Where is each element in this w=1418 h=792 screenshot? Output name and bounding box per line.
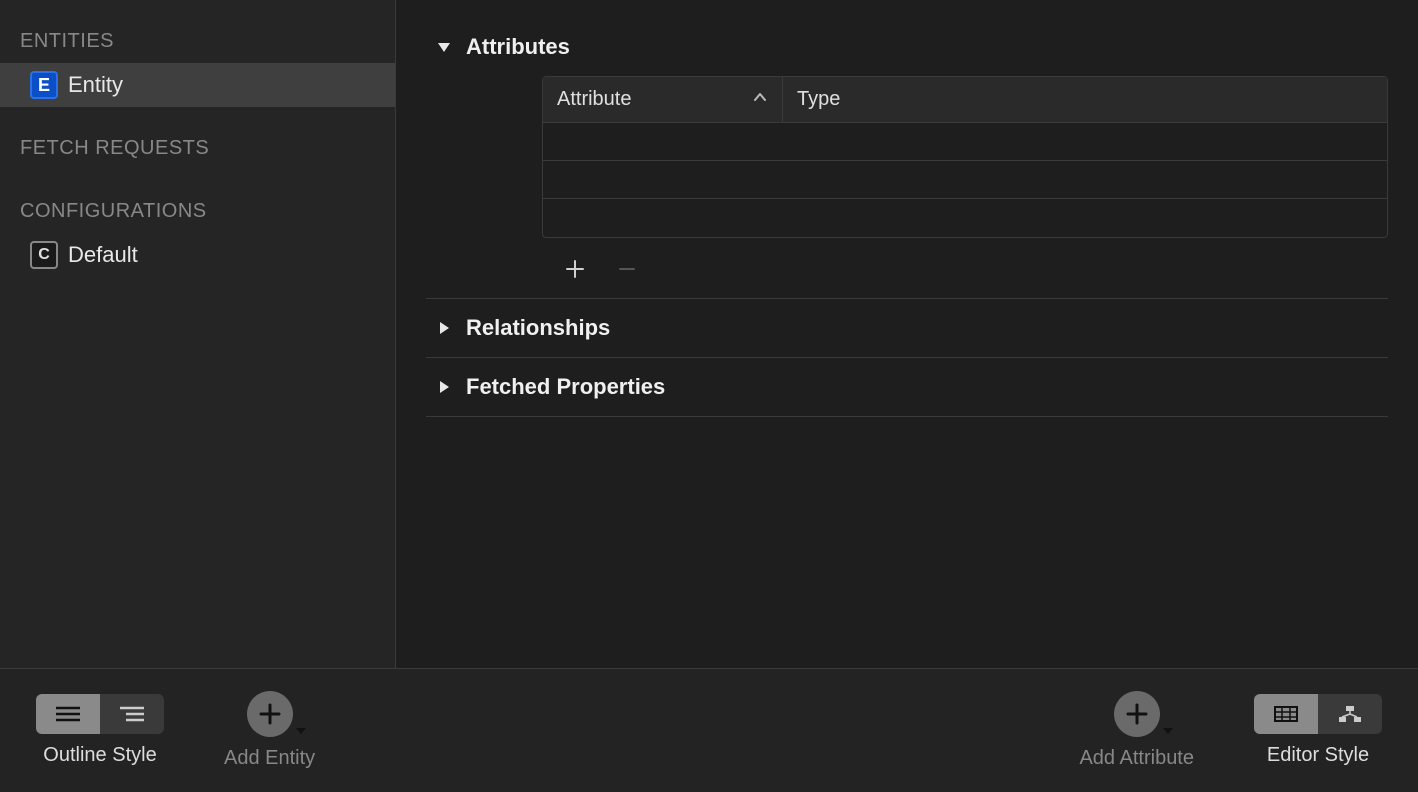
column-header-label: Attribute — [557, 88, 631, 111]
column-header-type[interactable]: Type — [783, 77, 1387, 122]
entity-badge-icon: E — [30, 71, 58, 99]
column-header-attribute[interactable]: Attribute — [543, 77, 783, 122]
sidebar-item-label: Entity — [68, 72, 123, 98]
outline-style-flat-button[interactable] — [36, 694, 100, 734]
editor-style-graph-button[interactable] — [1318, 694, 1382, 734]
editor-style-group: Editor Style — [1254, 694, 1382, 767]
toolbar-label: Add Entity — [224, 747, 315, 770]
add-attribute-group: Add Attribute — [1079, 691, 1194, 770]
toolbar-label: Editor Style — [1267, 744, 1369, 767]
section-header-fetched-properties[interactable]: Fetched Properties — [426, 358, 1388, 416]
sidebar-heading-fetch-requests: FETCH REQUESTS — [0, 125, 395, 170]
sidebar-item-label: Default — [68, 242, 138, 268]
outline-style-group: Outline Style — [36, 694, 164, 767]
table-actions — [542, 244, 1388, 298]
attributes-table: Attribute Type — [542, 76, 1388, 238]
column-header-label: Type — [797, 88, 840, 111]
sidebar-heading-configurations: CONFIGURATIONS — [0, 188, 395, 233]
remove-attribute-row-button — [612, 254, 642, 284]
editor-style-table-button[interactable] — [1254, 694, 1318, 734]
dropdown-caret-icon — [295, 723, 307, 741]
bottom-toolbar: Outline Style Add Entity Add Attribute — [0, 668, 1418, 792]
add-attribute-row-button[interactable] — [560, 254, 590, 284]
add-entity-group: Add Entity — [224, 691, 315, 770]
add-entity-button[interactable] — [247, 691, 293, 737]
content-panel: Attributes Attribute Type — [396, 0, 1418, 668]
add-attribute-button[interactable] — [1114, 691, 1160, 737]
section-relationships: Relationships — [426, 299, 1388, 358]
table-body — [543, 123, 1387, 237]
toolbar-label: Add Attribute — [1079, 747, 1194, 770]
sidebar: ENTITIES E Entity FETCH REQUESTS CONFIGU… — [0, 0, 396, 668]
sidebar-item-entity[interactable]: E Entity — [0, 63, 395, 107]
disclosure-right-icon — [436, 379, 452, 395]
sidebar-heading-entities: ENTITIES — [0, 18, 395, 63]
section-title: Relationships — [466, 315, 610, 341]
outline-style-segmented — [36, 694, 164, 734]
sidebar-item-default[interactable]: C Default — [0, 233, 395, 277]
config-badge-icon: C — [30, 241, 58, 269]
section-attributes: Attributes Attribute Type — [426, 18, 1388, 299]
table-row[interactable] — [543, 123, 1387, 161]
editor-style-segmented — [1254, 694, 1382, 734]
table-row[interactable] — [543, 199, 1387, 237]
toolbar-label: Outline Style — [43, 744, 156, 767]
table-row[interactable] — [543, 161, 1387, 199]
section-header-attributes[interactable]: Attributes — [426, 18, 1388, 76]
disclosure-down-icon — [436, 39, 452, 55]
sort-ascending-icon — [752, 88, 768, 111]
disclosure-right-icon — [436, 320, 452, 336]
dropdown-caret-icon — [1162, 723, 1174, 741]
table-header: Attribute Type — [543, 77, 1387, 123]
section-title: Attributes — [466, 34, 570, 60]
section-header-relationships[interactable]: Relationships — [426, 299, 1388, 357]
section-title: Fetched Properties — [466, 374, 665, 400]
section-fetched-properties: Fetched Properties — [426, 358, 1388, 417]
outline-style-hierarchical-button[interactable] — [100, 694, 164, 734]
